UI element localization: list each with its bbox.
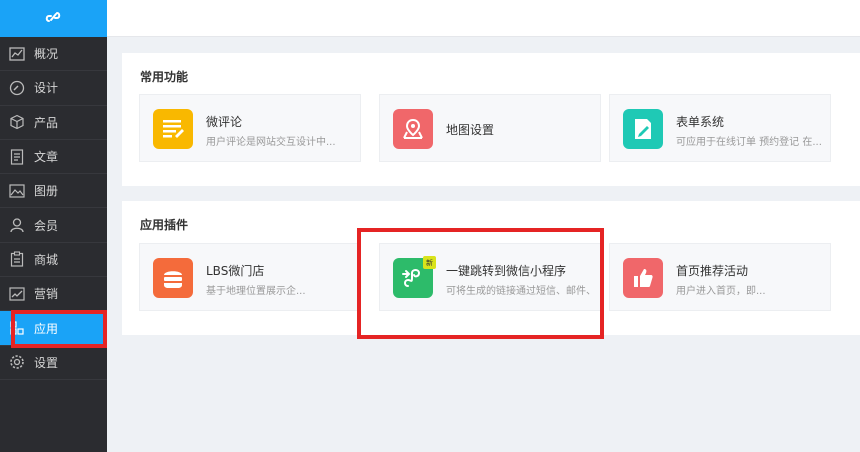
form-edit-icon	[623, 109, 663, 149]
miniprogram-icon: 新	[393, 256, 436, 298]
sidebar-item-mall[interactable]: 商城	[0, 243, 107, 278]
card-desc: 可将生成的链接通过短信、邮件、	[446, 286, 596, 297]
card-title: 微评论	[206, 115, 243, 129]
store-icon	[153, 258, 193, 298]
thumbs-up-icon	[623, 258, 663, 298]
sidebar-item-settings[interactable]: 设置	[0, 346, 107, 380]
card-title: 一键跳转到微信小程序	[446, 264, 567, 278]
clipboard-icon	[9, 251, 25, 268]
sidebar-item-label: 产品	[34, 115, 59, 130]
chart-line-icon	[9, 46, 25, 62]
card-title: 首页推荐活动	[676, 264, 749, 278]
top-bar	[107, 0, 860, 37]
card-form-system[interactable]: 表单系统 可应用于在线订单 预约登记 在...	[609, 94, 831, 162]
card-desc: 可应用于在线订单 预约登记 在...	[676, 137, 822, 148]
map-pin-icon	[393, 109, 433, 149]
sidebar-item-label: 营销	[34, 287, 59, 302]
logo[interactable]	[0, 0, 107, 37]
document-icon	[9, 148, 25, 165]
sidebar: 概况 设计 产品 文章 图册 会员 商城 营销 应用 设置	[0, 0, 107, 452]
image-icon	[9, 183, 25, 199]
user-icon	[9, 217, 25, 233]
common-functions-panel: 常用功能 微评论 用户评论是网站交互设计中... 地图设置 表单系统 可应用于在…	[122, 53, 860, 186]
link-icon	[45, 9, 63, 29]
box-icon	[9, 114, 25, 130]
card-title: LBS微门店	[206, 264, 265, 278]
sidebar-item-articles[interactable]: 文章	[0, 140, 107, 175]
sidebar-item-label: 会员	[34, 218, 59, 233]
panel-title: 常用功能	[140, 70, 189, 84]
card-desc: 基于地理位置展示企...	[206, 286, 306, 297]
card-lbs-store[interactable]: LBS微门店 基于地理位置展示企...	[139, 243, 361, 311]
sidebar-item-label: 文章	[34, 150, 59, 165]
card-desc: 用户进入首页，即...	[676, 286, 766, 297]
app-plugins-panel: 应用插件 LBS微门店 基于地理位置展示企... 新 一键跳转到微信小程序 可将…	[122, 201, 860, 335]
sidebar-item-overview[interactable]: 概况	[0, 37, 107, 72]
card-wechat-miniprogram[interactable]: 新 一键跳转到微信小程序 可将生成的链接通过短信、邮件、	[379, 243, 601, 311]
card-map-settings[interactable]: 地图设置	[379, 94, 601, 162]
sidebar-item-apps[interactable]: 应用	[0, 311, 107, 346]
sidebar-item-label: 应用	[34, 321, 59, 336]
new-badge: 新	[423, 256, 436, 269]
gear-icon	[9, 354, 25, 370]
sidebar-item-label: 设计	[34, 81, 59, 96]
card-comments[interactable]: 微评论 用户评论是网站交互设计中...	[139, 94, 361, 162]
card-desc: 用户评论是网站交互设计中...	[206, 137, 336, 148]
card-title: 表单系统	[676, 115, 725, 129]
sidebar-item-products[interactable]: 产品	[0, 106, 107, 140]
sidebar-item-marketing[interactable]: 营销	[0, 277, 107, 312]
card-homepage-activity[interactable]: 首页推荐活动 用户进入首页，即...	[609, 243, 831, 311]
palette-icon	[9, 80, 25, 96]
sidebar-item-label: 概况	[34, 47, 59, 62]
card-title: 地图设置	[446, 123, 495, 137]
sidebar-item-label: 图册	[34, 184, 59, 199]
sidebar-item-label: 商城	[34, 252, 59, 267]
comment-list-icon	[153, 109, 193, 149]
panel-title: 应用插件	[140, 218, 189, 232]
trend-icon	[9, 286, 25, 302]
sidebar-item-design[interactable]: 设计	[0, 71, 107, 106]
sidebar-item-members[interactable]: 会员	[0, 208, 107, 243]
sidebar-item-label: 设置	[34, 355, 59, 370]
sidebar-item-gallery[interactable]: 图册	[0, 174, 107, 209]
grid-icon	[9, 320, 25, 336]
